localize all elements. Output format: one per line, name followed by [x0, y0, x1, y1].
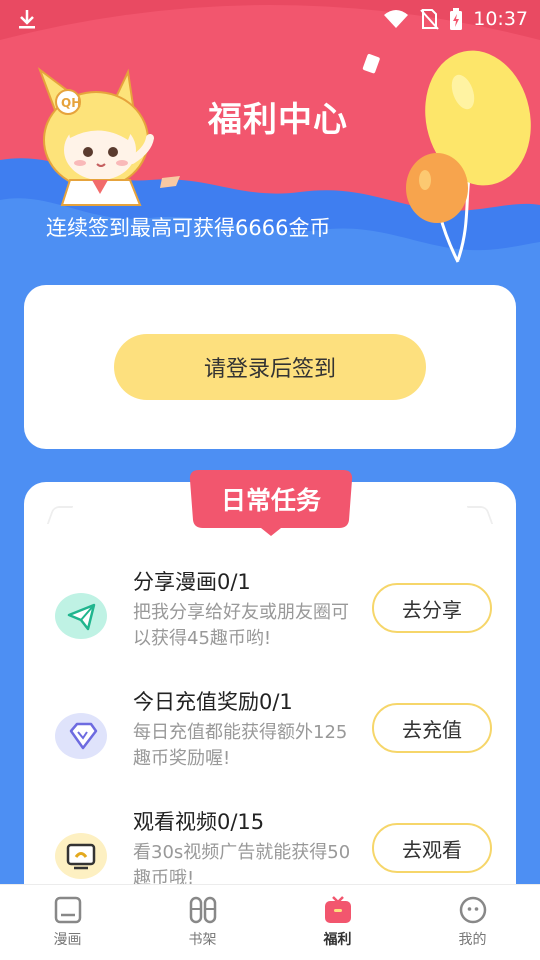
nav-item-comic[interactable]: 漫画: [0, 885, 135, 960]
header-banner: QH 10:37 福利中心 连续签到最高可获得6666金币: [0, 0, 540, 285]
battery-icon: [450, 8, 463, 30]
nav-item-welfare[interactable]: 福利: [270, 885, 405, 960]
task-title: 分享漫画0/1: [133, 570, 251, 594]
paper-plane-icon: [54, 591, 108, 641]
nav-label: 福利: [323, 932, 352, 948]
task-share-comic: 分享漫画0/1 把我分享给好友或朋友圈可以获得45趣币哟! 去分享: [24, 566, 516, 676]
comic-icon: [54, 896, 81, 924]
nav-label: 漫画: [53, 932, 82, 948]
video-tv-icon: [54, 831, 108, 881]
nav-label: 我的: [458, 932, 487, 948]
page-title: 福利中心: [208, 100, 348, 140]
status-time: 10:37: [473, 8, 528, 30]
task-daily-recharge: 今日充值奖励0/1 每日充值都能获得额外125趣币奖励喔! 去充值: [24, 686, 516, 796]
task-title: 今日充值奖励0/1: [133, 690, 293, 714]
go-share-button[interactable]: 去分享: [372, 583, 492, 633]
no-sim-icon: [420, 9, 439, 30]
go-watch-button[interactable]: 去观看: [372, 823, 492, 873]
signin-card: 请登录后签到: [24, 285, 516, 449]
download-icon: [19, 10, 35, 29]
bookshelf-icon: [189, 896, 216, 924]
task-description: 每日充值都能获得额外125趣币奖励喔!: [133, 722, 348, 769]
status-bar: 10:37: [0, 0, 540, 38]
task-description: 把我分享给好友或朋友圈可以获得45趣币哟!: [133, 602, 349, 649]
bottom-navigation: 漫画 书架 福利 我的: [0, 884, 540, 960]
wifi-icon: [384, 10, 409, 28]
gift-icon: [324, 896, 351, 923]
nav-label: 书架: [188, 932, 217, 948]
daily-tasks-title: 日常任务: [220, 486, 321, 515]
diamond-icon: [54, 711, 108, 761]
daily-tasks-header-tab: 日常任务: [189, 470, 353, 536]
card-corner-decoration: [46, 506, 74, 524]
go-recharge-button[interactable]: 去充值: [372, 703, 492, 753]
svg-text:QH: QH: [61, 96, 81, 110]
task-title: 观看视频0/15: [133, 810, 265, 834]
nav-item-bookshelf[interactable]: 书架: [135, 885, 270, 960]
card-corner-decoration: [466, 506, 494, 524]
nav-item-mine[interactable]: 我的: [405, 885, 540, 960]
signin-reward-subtitle: 连续签到最高可获得6666金币: [46, 216, 331, 240]
header-background: QH: [0, 0, 540, 285]
profile-icon: [459, 896, 486, 924]
login-to-signin-button[interactable]: 请登录后签到: [114, 334, 426, 400]
